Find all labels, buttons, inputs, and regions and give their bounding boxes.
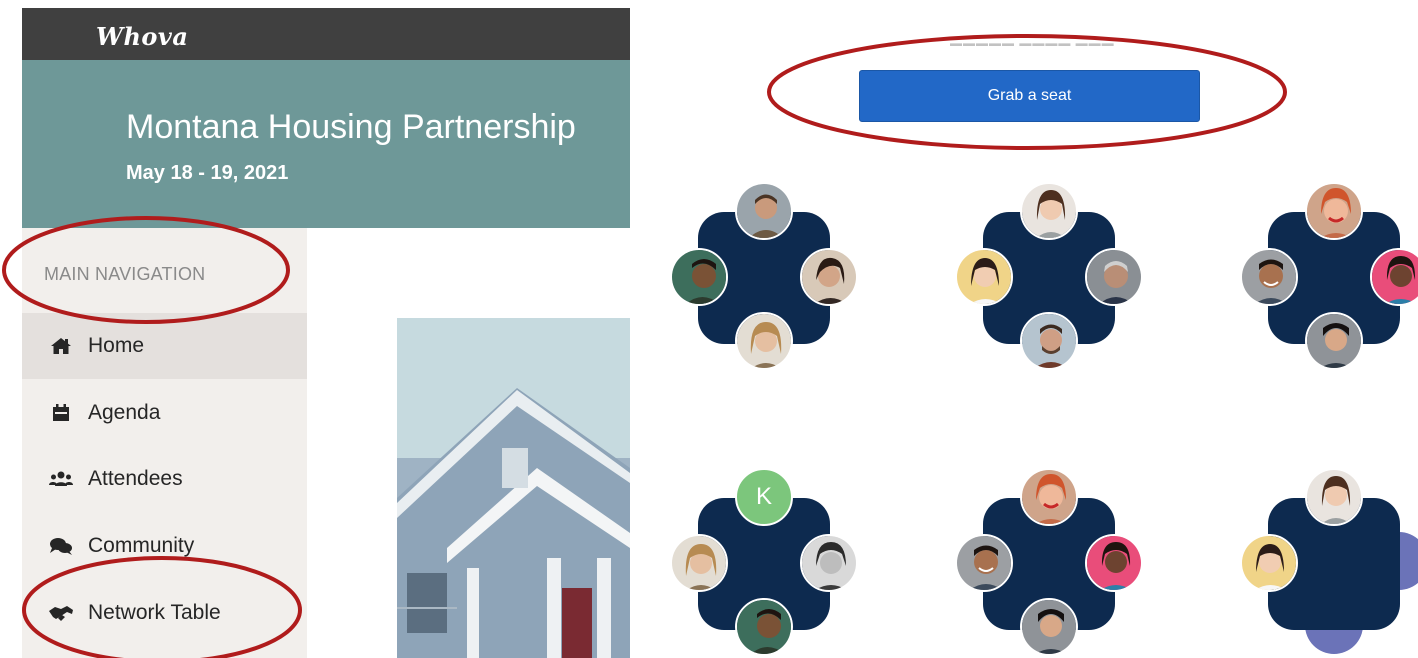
users-icon (48, 466, 74, 492)
network-table-1[interactable] (650, 182, 858, 382)
avatar[interactable] (1020, 468, 1078, 526)
sidebar-item-label: Attendees (88, 467, 183, 490)
sidebar-item-label: Agenda (88, 401, 161, 424)
home-icon (48, 333, 74, 359)
house-photo (397, 318, 630, 658)
network-table-2[interactable] (935, 182, 1143, 382)
home-content-area (307, 228, 630, 658)
avatar[interactable] (1240, 534, 1298, 592)
faded-header-text: ▬▬▬▬▬ ▬▬▬▬ ▬▬▬ (950, 36, 1115, 46)
avatar[interactable] (1085, 534, 1143, 592)
avatar[interactable] (1085, 248, 1143, 306)
avatar[interactable] (1240, 248, 1298, 306)
avatar[interactable] (955, 248, 1013, 306)
avatar[interactable] (1305, 312, 1363, 370)
sidebar-item-label: Network Table (88, 601, 221, 624)
avatar[interactable] (670, 534, 728, 592)
nav-heading: MAIN NAVIGATION (44, 264, 206, 284)
sidebar-item-agenda[interactable]: Agenda (22, 380, 307, 446)
sidebar-item-label: Home (88, 334, 145, 357)
event-banner: Montana Housing Partnership May 18 - 19,… (22, 60, 630, 228)
network-table-5[interactable] (935, 468, 1143, 658)
sidebar-item-community[interactable]: Community (22, 513, 307, 579)
avatar[interactable] (1020, 182, 1078, 240)
network-table-panel: ▬▬▬▬▬ ▬▬▬▬ ▬▬▬ Grab a seat K (630, 0, 1418, 658)
avatar[interactable] (800, 248, 858, 306)
grab-a-seat-button[interactable]: Grab a seat (859, 70, 1200, 122)
avatar[interactable] (735, 312, 793, 370)
sidebar-item-home[interactable]: Home (22, 313, 307, 379)
handshake-icon (48, 600, 74, 626)
comments-icon (48, 533, 74, 559)
network-table-4[interactable]: K (650, 468, 858, 658)
network-table-6[interactable] (1220, 468, 1418, 658)
avatar[interactable] (1305, 182, 1363, 240)
whova-logo[interactable]: Whova (96, 22, 188, 51)
sidebar-item-network-table[interactable]: Network Table (22, 580, 307, 646)
initial-avatar[interactable]: K (735, 468, 793, 526)
avatar[interactable] (1020, 598, 1078, 656)
top-bar: Whova (22, 8, 630, 60)
event-title: Montana Housing Partnership (126, 108, 576, 146)
whova-app-window: Whova Montana Housing Partnership May 18… (22, 8, 630, 658)
calendar-icon (48, 400, 74, 426)
avatar[interactable] (735, 598, 793, 656)
avatar[interactable] (735, 182, 793, 240)
avatar[interactable] (1020, 312, 1078, 370)
main-navigation-sidebar: MAIN NAVIGATION Home Agenda Attendees Co… (22, 228, 307, 658)
sidebar-item-label: Community (88, 534, 195, 557)
avatar[interactable] (1305, 468, 1363, 526)
avatar[interactable] (800, 534, 858, 592)
network-table-3[interactable] (1220, 182, 1418, 382)
avatar[interactable] (670, 248, 728, 306)
avatar[interactable] (955, 534, 1013, 592)
sidebar-item-attendees[interactable]: Attendees (22, 446, 307, 512)
event-dates: May 18 - 19, 2021 (126, 162, 289, 184)
